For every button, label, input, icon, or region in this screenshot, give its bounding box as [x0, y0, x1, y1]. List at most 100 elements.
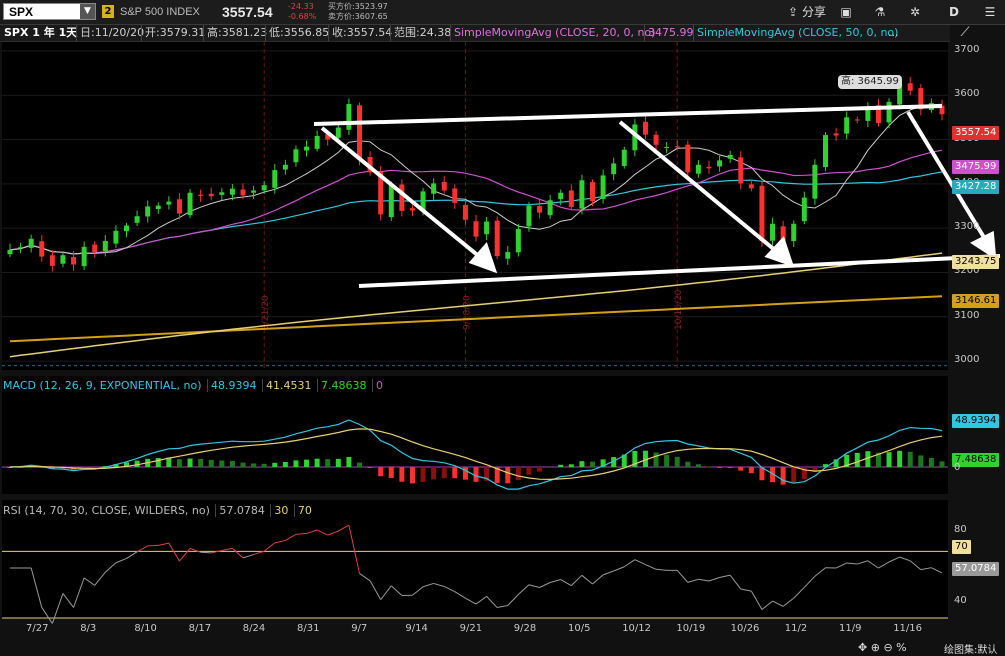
- settings-button[interactable]: ✲: [905, 3, 925, 21]
- macd-value: 48.9394: [207, 379, 257, 392]
- rsi-line-segment: [719, 574, 731, 578]
- drawing-set-label[interactable]: 绘图集:默认: [944, 641, 997, 656]
- candle-body: [717, 160, 723, 167]
- rsi-line-segment: [41, 607, 53, 624]
- rsi-value: 57.0784: [215, 504, 265, 517]
- net-change: -24.33: [288, 2, 314, 11]
- macd-histogram-bar: [251, 463, 257, 467]
- arrow-down-1[interactable]: [320, 126, 488, 264]
- macd-histogram-bar: [526, 467, 532, 475]
- rsi-line-segment: [750, 590, 763, 610]
- rsi-line-segment: [200, 551, 212, 554]
- macd-histogram-bar: [875, 452, 881, 467]
- candle-body: [102, 241, 108, 252]
- candle-body: [176, 199, 182, 214]
- studies-button[interactable]: ⚗: [870, 3, 890, 21]
- candle-body: [928, 103, 934, 111]
- macd-histogram-bar: [674, 456, 680, 467]
- zoom-percent-icon[interactable]: %: [896, 641, 906, 654]
- rsi-line-segment: [274, 539, 286, 544]
- rsi-tick-80: 80: [954, 524, 967, 535]
- rsi-line-segment: [486, 596, 498, 608]
- rsi-line-segment: [878, 561, 890, 569]
- rsi-line-segment: [708, 577, 720, 582]
- date-tick: 9/21: [459, 623, 483, 634]
- sma50-tag: 3427.28: [952, 180, 1000, 194]
- channel-top-line[interactable]: [313, 104, 943, 126]
- candle-body: [28, 238, 34, 248]
- zoom-out-icon[interactable]: ⊖: [883, 641, 892, 654]
- channel-bottom-line[interactable]: [358, 254, 1001, 288]
- date-tick: 10/12: [622, 623, 652, 634]
- macd-histogram-bar: [632, 450, 638, 467]
- macd-histogram-bar: [759, 467, 765, 481]
- macd-histogram-bar: [293, 460, 299, 467]
- share-button[interactable]: ⇪ 分享: [776, 3, 838, 21]
- macd-histogram-bar: [176, 459, 182, 467]
- macd-histogram-bar: [198, 458, 204, 467]
- menu-button[interactable]: ☰: [980, 3, 1000, 21]
- sma20-label: SimpleMovingAvg (CLOSE, 20, 0, no): [450, 25, 655, 41]
- macd-avg: 41.4531: [262, 379, 312, 392]
- date-tick: 11/9: [839, 623, 862, 634]
- bid-price: 买方价:3523.97: [328, 2, 388, 11]
- rsi-line-segment: [497, 605, 508, 609]
- macd-histogram-bar: [28, 465, 34, 467]
- macd-histogram-bar: [367, 467, 373, 468]
- macd-histogram-bar: [897, 450, 903, 467]
- macd-histogram-bar: [494, 467, 500, 484]
- macd-histogram-bar: [314, 458, 320, 467]
- macd-histogram-bar: [18, 466, 24, 468]
- high-annotation: 高: 3645.99: [838, 75, 902, 89]
- sma20-tag: 3475.99: [952, 160, 1000, 174]
- notes-button[interactable]: ▣: [836, 3, 856, 21]
- chart-canvas[interactable]: 8/21/20 9/18/20 10/16/20: [0, 0, 1005, 656]
- notes-icon: ▣: [840, 5, 852, 19]
- macd-histogram-bar: [505, 467, 511, 484]
- draw-line-icon[interactable]: ⟋: [955, 25, 975, 41]
- candle-body: [92, 244, 98, 253]
- rsi-line-segment: [592, 574, 604, 585]
- macd-histogram-bar: [39, 466, 45, 468]
- rsi-line-segment: [126, 551, 138, 559]
- rsi-line-segment: [857, 560, 869, 565]
- percent-change: -0.68%: [288, 12, 317, 21]
- rsi-line-segment: [623, 559, 636, 568]
- rsi-label: RSI (14, 70, 30, CLOSE, WILDERS, no): [3, 504, 210, 517]
- rsi-line-segment: [518, 584, 530, 595]
- macd-histogram-bar: [409, 467, 415, 484]
- pan-icon[interactable]: ✥: [858, 641, 867, 654]
- rsi-line-segment: [814, 567, 826, 577]
- candle-body: [770, 223, 776, 241]
- candle-body: [515, 229, 521, 253]
- candle-body: [865, 107, 871, 121]
- candle-body: [187, 192, 193, 216]
- macd-histogram-bar: [537, 467, 543, 472]
- flask-icon: ⚗: [874, 5, 886, 19]
- drawing-mode-button[interactable]: D: [944, 3, 964, 21]
- candle-body: [251, 190, 257, 193]
- rsi-line-segment: [676, 570, 689, 583]
- arrow-down-2[interactable]: [618, 120, 784, 258]
- candle-body: [240, 189, 246, 196]
- macd-histogram-bar: [780, 467, 786, 485]
- zoom-in-icon[interactable]: ⊕: [871, 641, 880, 654]
- candle-body: [314, 135, 320, 149]
- rsi-line-segment: [761, 600, 773, 610]
- macd-label: MACD (12, 26, 9, EXPONENTIAL, no): [3, 379, 202, 392]
- rsi-tick-40: 40: [954, 595, 967, 606]
- macd-histogram-bar: [7, 467, 13, 468]
- rsi-line-segment: [931, 567, 943, 574]
- rsi-line-segment: [359, 573, 371, 582]
- macd-histogram-bar: [833, 459, 839, 467]
- info-range: 范围:24.38: [390, 25, 451, 41]
- info-more[interactable]: ...: [888, 25, 899, 41]
- macd-histogram-bar: [452, 467, 458, 479]
- link-group-badge[interactable]: 2: [102, 5, 114, 18]
- macd-histogram-bar: [823, 464, 828, 467]
- macd-histogram-bar: [812, 467, 818, 472]
- macd-histogram-bar: [378, 467, 384, 477]
- symbol-description: S&P 500 INDEX: [120, 6, 200, 18]
- symbol-dropdown-button[interactable]: ▼: [80, 4, 95, 19]
- macd-histogram-bar: [484, 467, 490, 481]
